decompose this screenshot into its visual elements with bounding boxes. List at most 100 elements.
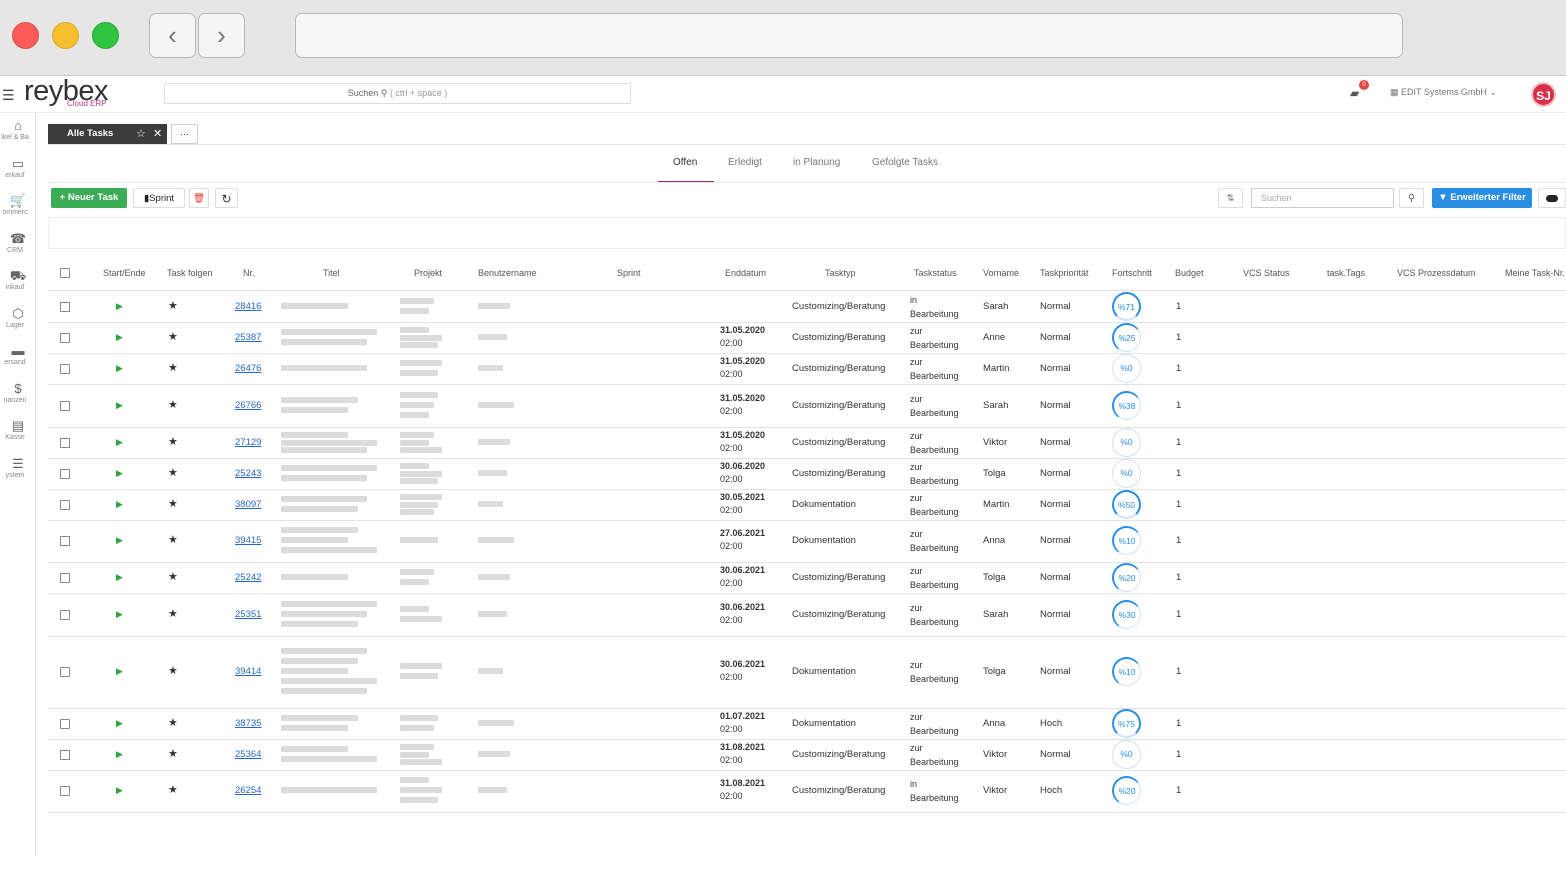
row-checkbox[interactable] xyxy=(60,400,70,411)
sidebar-item[interactable]: ⬡ Lager xyxy=(0,306,36,342)
play-icon[interactable]: ▶ xyxy=(116,572,123,583)
tab-more-button[interactable]: ··· xyxy=(171,124,198,144)
play-icon[interactable]: ▶ xyxy=(116,437,123,448)
play-icon[interactable]: ▶ xyxy=(116,666,123,677)
row-checkbox[interactable] xyxy=(60,437,70,448)
star-icon[interactable]: ★ xyxy=(168,299,178,312)
sidebar-item[interactable]: ☎ CRM xyxy=(0,231,36,267)
subtab-in-planung[interactable]: in Planung xyxy=(793,157,840,168)
sidebar-item[interactable]: $ nanzen xyxy=(0,381,36,417)
column-header[interactable]: task.Tags xyxy=(1327,268,1365,278)
view-toggle[interactable] xyxy=(1538,188,1566,208)
row-checkbox[interactable] xyxy=(60,786,70,796)
play-icon[interactable]: ▶ xyxy=(116,499,123,510)
column-header[interactable]: VCS Status xyxy=(1243,268,1290,278)
maximize-window-button[interactable] xyxy=(92,22,119,49)
back-button[interactable]: ‹ xyxy=(149,13,196,58)
subtab-offen[interactable]: Offen xyxy=(673,157,697,168)
column-header[interactable]: Fortschritt xyxy=(1112,268,1152,278)
sidebar-item[interactable]: ▭ erkauf xyxy=(0,156,36,192)
task-number-link[interactable]: 38735 xyxy=(235,718,261,729)
sidebar-item[interactable]: ⛟ inkauf xyxy=(0,268,36,304)
star-icon[interactable]: ★ xyxy=(168,747,178,760)
close-icon[interactable]: ✕ xyxy=(153,124,162,144)
sidebar-item[interactable]: ☰ ystem xyxy=(0,456,36,492)
row-checkbox[interactable] xyxy=(60,667,70,677)
subtab-gefolgte-tasks[interactable]: Gefolgte Tasks xyxy=(872,157,938,168)
column-header[interactable]: Benutzername xyxy=(478,268,537,278)
row-checkbox[interactable] xyxy=(60,332,70,343)
play-icon[interactable]: ▶ xyxy=(116,332,123,343)
sprint-button[interactable]: ▮Sprint xyxy=(133,188,185,208)
star-icon[interactable]: ★ xyxy=(168,435,178,448)
global-search-input[interactable]: Suchen ⚲ ( ctrl + space ) xyxy=(164,83,631,104)
column-header[interactable]: VCS Prozessdatum xyxy=(1397,268,1476,278)
star-icon[interactable]: ★ xyxy=(168,783,178,796)
select-all-checkbox[interactable] xyxy=(60,268,70,278)
play-icon[interactable]: ▶ xyxy=(116,301,123,312)
task-number-link[interactable]: 39414 xyxy=(235,666,261,677)
task-number-link[interactable]: 25351 xyxy=(235,609,261,620)
column-header[interactable]: Enddatum xyxy=(725,268,766,278)
notifications-button[interactable]: ▰ 0 xyxy=(1350,80,1369,100)
row-checkbox[interactable] xyxy=(60,749,70,760)
new-task-button[interactable]: + Neuer Task xyxy=(51,188,127,208)
row-checkbox[interactable] xyxy=(60,536,70,546)
minimize-window-button[interactable] xyxy=(52,22,79,49)
sidebar-item[interactable]: 🛒 ommerc xyxy=(0,193,36,229)
star-icon[interactable]: ☆ xyxy=(136,124,146,144)
play-icon[interactable]: ▶ xyxy=(116,400,123,411)
column-header[interactable]: Taskstatus xyxy=(914,268,957,278)
star-icon[interactable]: ★ xyxy=(168,716,178,729)
task-number-link[interactable]: 25364 xyxy=(235,749,261,760)
task-number-link[interactable]: 25243 xyxy=(235,468,261,479)
play-icon[interactable]: ▶ xyxy=(116,749,123,760)
star-icon[interactable]: ★ xyxy=(168,398,178,411)
column-header[interactable]: Task folgen xyxy=(167,268,213,278)
column-header[interactable]: Vorname xyxy=(983,268,1019,278)
task-number-link[interactable]: 27129 xyxy=(235,437,261,448)
subtab-erledigt[interactable]: Erledigt xyxy=(728,157,762,168)
company-selector[interactable]: ▦ EDIT Systems GmbH ⌄ xyxy=(1390,87,1497,98)
column-header[interactable]: Projekt xyxy=(414,268,442,278)
close-window-button[interactable] xyxy=(12,22,39,49)
row-checkbox[interactable] xyxy=(60,609,70,620)
star-icon[interactable]: ★ xyxy=(168,664,178,677)
search-button[interactable]: ⚲ xyxy=(1399,188,1424,208)
refresh-button[interactable]: ↻ xyxy=(215,188,238,208)
column-header[interactable]: Start/Ende xyxy=(103,268,146,278)
forward-button[interactable]: › xyxy=(198,13,245,58)
play-icon[interactable]: ▶ xyxy=(116,535,123,546)
star-icon[interactable]: ★ xyxy=(168,533,178,546)
column-header[interactable]: Meine Task-Nr. xyxy=(1505,268,1565,278)
star-icon[interactable]: ★ xyxy=(168,607,178,620)
sort-button[interactable]: ⇅ xyxy=(1218,188,1243,208)
play-icon[interactable]: ▶ xyxy=(116,363,123,374)
play-icon[interactable]: ▶ xyxy=(116,468,123,479)
task-number-link[interactable]: 26254 xyxy=(235,785,261,796)
column-header[interactable]: Budget xyxy=(1175,268,1204,278)
delete-button[interactable]: 🗑 xyxy=(189,188,209,208)
star-icon[interactable]: ★ xyxy=(168,330,178,343)
star-icon[interactable]: ★ xyxy=(168,361,178,374)
row-checkbox[interactable] xyxy=(60,363,70,374)
sidebar-item[interactable]: ▬ ersand xyxy=(0,343,36,379)
task-number-link[interactable]: 39415 xyxy=(235,535,261,546)
task-number-link[interactable]: 25242 xyxy=(235,572,261,583)
table-search-input[interactable]: Suchen xyxy=(1251,188,1394,208)
play-icon[interactable]: ▶ xyxy=(116,609,123,620)
play-icon[interactable]: ▶ xyxy=(116,718,123,729)
task-number-link[interactable]: 25387 xyxy=(235,332,261,343)
column-header[interactable]: Tasktyp xyxy=(825,268,856,278)
column-header[interactable]: Titel xyxy=(323,268,340,278)
sidebar-item[interactable]: ⌂ ikel & Ba xyxy=(0,118,36,154)
row-checkbox[interactable] xyxy=(60,718,70,729)
task-number-link[interactable]: 28416 xyxy=(235,301,261,312)
avatar[interactable]: SJ xyxy=(1531,82,1556,107)
task-number-link[interactable]: 26476 xyxy=(235,363,261,374)
row-checkbox[interactable] xyxy=(60,499,70,510)
tab-alle-tasks[interactable]: Alle Tasks ☆ ✕ xyxy=(48,124,167,144)
sidebar-item[interactable]: ▤ Kasse xyxy=(0,418,36,454)
column-header[interactable]: Nr. xyxy=(243,268,255,278)
star-icon[interactable]: ★ xyxy=(168,570,178,583)
